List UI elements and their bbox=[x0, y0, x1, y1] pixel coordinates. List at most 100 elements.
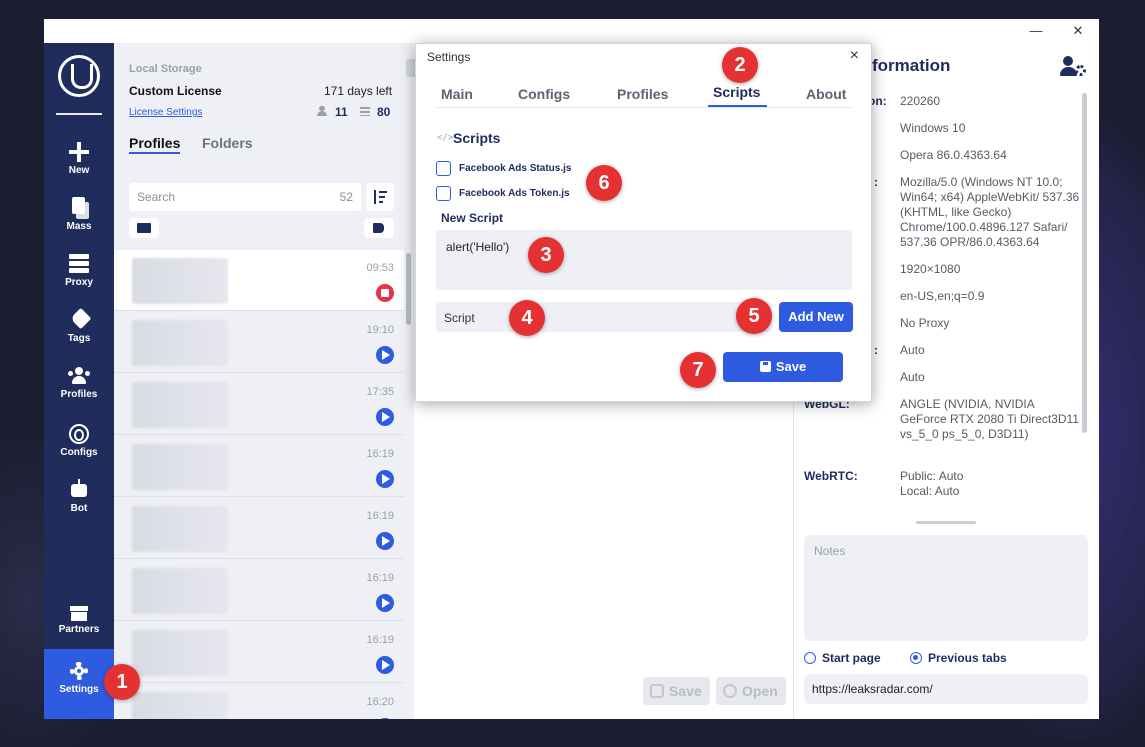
profile-time: 16:19 bbox=[366, 572, 394, 584]
play-icon[interactable] bbox=[376, 408, 394, 426]
sidebar-item-label: Proxy bbox=[65, 277, 93, 288]
license-days-left: 171 days left bbox=[324, 84, 393, 98]
new-script-label: New Script bbox=[441, 211, 504, 225]
tab-configs[interactable]: Configs bbox=[518, 86, 570, 102]
tab-profiles[interactable]: Profiles bbox=[129, 135, 181, 154]
save-icon bbox=[650, 684, 664, 698]
sliders-icon bbox=[360, 106, 370, 116]
save-icon bbox=[759, 361, 771, 372]
close-window-button[interactable]: ✕ bbox=[1068, 23, 1088, 39]
script-checkbox[interactable] bbox=[436, 161, 451, 176]
tab-profiles[interactable]: Profiles bbox=[617, 86, 668, 102]
notes-textarea[interactable]: Notes bbox=[804, 535, 1088, 641]
sidebar-item-label: Bot bbox=[70, 503, 88, 514]
play-icon[interactable] bbox=[376, 532, 394, 550]
profile-time: 09:53 bbox=[366, 262, 394, 274]
script-checkbox[interactable] bbox=[436, 186, 451, 201]
search-input[interactable]: Search 52 bbox=[129, 183, 361, 211]
sidebar-item-configs[interactable]: Configs bbox=[44, 421, 114, 473]
minimize-button[interactable]: — bbox=[1026, 23, 1046, 39]
tab-divider bbox=[436, 107, 852, 108]
sidebar-item-label: Mass bbox=[66, 221, 92, 232]
info-value: Opera 86.0.4363.64 bbox=[900, 148, 1007, 162]
folder-filter-button[interactable] bbox=[129, 218, 159, 238]
tab-main[interactable]: Main bbox=[441, 86, 473, 102]
sidebar-item-bot[interactable]: Bot bbox=[44, 477, 114, 529]
user-settings-icon[interactable] bbox=[1060, 55, 1088, 79]
copy-icon bbox=[68, 197, 90, 219]
resize-handle[interactable] bbox=[916, 521, 976, 524]
play-icon bbox=[723, 684, 737, 698]
titlebar: — ✕ bbox=[44, 19, 1099, 43]
storage-label: Local Storage bbox=[129, 63, 202, 75]
save-profile-button[interactable]: Save bbox=[643, 677, 710, 705]
annotation-badge: 6 bbox=[586, 165, 622, 201]
profile-row[interactable]: 19:10 bbox=[114, 312, 404, 373]
users-icon bbox=[317, 106, 327, 116]
tab-scripts[interactable]: Scripts bbox=[713, 84, 760, 100]
play-icon[interactable] bbox=[376, 346, 394, 364]
sidebar-item-new[interactable]: New bbox=[44, 139, 114, 191]
dialog-title: Settings bbox=[427, 50, 471, 64]
profile-row[interactable]: 16:19 bbox=[114, 560, 404, 621]
tab-about[interactable]: About bbox=[806, 86, 846, 102]
plus-icon bbox=[68, 141, 90, 163]
sidebar-item-tags[interactable]: Tags bbox=[44, 307, 114, 359]
add-new-button[interactable]: Add New bbox=[779, 302, 853, 332]
tab-folders[interactable]: Folders bbox=[202, 135, 253, 151]
gear-icon bbox=[68, 660, 90, 682]
folder-icon bbox=[137, 223, 151, 233]
annotation-badge: 2 bbox=[722, 47, 758, 83]
sort-icon bbox=[374, 190, 376, 204]
tags-icon bbox=[68, 307, 92, 331]
code-icon: </> bbox=[437, 133, 454, 143]
profile-row[interactable]: 16:19 bbox=[114, 498, 404, 559]
stop-icon[interactable] bbox=[376, 284, 394, 302]
annotation-badge: 5 bbox=[736, 298, 772, 334]
previous-tabs-label: Previous tabs bbox=[928, 651, 1007, 665]
info-value: Mozilla/5.0 (Windows NT 10.0; Win64; x64… bbox=[900, 175, 1080, 249]
script-name-input[interactable]: Script bbox=[436, 302, 772, 332]
info-scrollbar[interactable] bbox=[1082, 93, 1087, 433]
tag-filter-button[interactable] bbox=[364, 218, 394, 238]
start-url-input[interactable]: https://leaksradar.com/ bbox=[804, 674, 1088, 704]
open-profile-button[interactable]: Open bbox=[716, 677, 786, 705]
info-title: formation bbox=[872, 56, 951, 75]
profile-name-redacted bbox=[132, 258, 228, 304]
play-icon[interactable] bbox=[376, 470, 394, 488]
list-scrollbar[interactable] bbox=[406, 253, 411, 325]
profile-row[interactable]: 17:35 bbox=[114, 374, 404, 435]
annotation-badge: 3 bbox=[528, 237, 564, 273]
dialog-close-button[interactable]: × bbox=[850, 47, 859, 65]
profile-time: 16:20 bbox=[366, 696, 394, 708]
server-icon bbox=[68, 253, 90, 275]
save-button[interactable]: Save bbox=[723, 352, 843, 382]
profiles-count: 80 bbox=[377, 105, 391, 119]
play-icon[interactable] bbox=[376, 656, 394, 674]
license-settings-link[interactable]: License Settings bbox=[129, 107, 202, 118]
start-page-label: Start page bbox=[822, 651, 881, 665]
search-count: 52 bbox=[339, 190, 353, 204]
info-value: en-US,en;q=0.9 bbox=[900, 289, 985, 303]
profile-row[interactable]: 16:20 bbox=[114, 684, 404, 719]
sort-button[interactable] bbox=[366, 183, 394, 211]
sidebar-item-partners[interactable]: Partners bbox=[44, 598, 114, 650]
sidebar: New Mass Proxy Tags Profiles Configs Bot… bbox=[44, 43, 114, 719]
sidebar-item-proxy[interactable]: Proxy bbox=[44, 251, 114, 303]
profile-row[interactable]: 16:19 bbox=[114, 622, 404, 683]
play-icon[interactable] bbox=[376, 594, 394, 612]
profile-name-redacted bbox=[132, 320, 228, 366]
profile-time: 16:19 bbox=[366, 448, 394, 460]
sidebar-item-profiles[interactable]: Profiles bbox=[44, 363, 114, 415]
profile-name-redacted bbox=[132, 568, 228, 614]
profile-row[interactable]: 16:19 bbox=[114, 436, 404, 497]
profile-row[interactable]: 09:53 bbox=[114, 250, 404, 311]
previous-tabs-radio[interactable] bbox=[910, 652, 922, 664]
start-page-radio[interactable] bbox=[804, 652, 816, 664]
info-value: Auto bbox=[900, 370, 925, 384]
sidebar-item-label: Partners bbox=[58, 624, 100, 635]
play-icon[interactable] bbox=[376, 718, 394, 719]
sidebar-item-label: Profiles bbox=[60, 389, 98, 400]
new-script-code-input[interactable]: alert('Hello') bbox=[436, 230, 852, 290]
sidebar-item-mass[interactable]: Mass bbox=[44, 195, 114, 247]
